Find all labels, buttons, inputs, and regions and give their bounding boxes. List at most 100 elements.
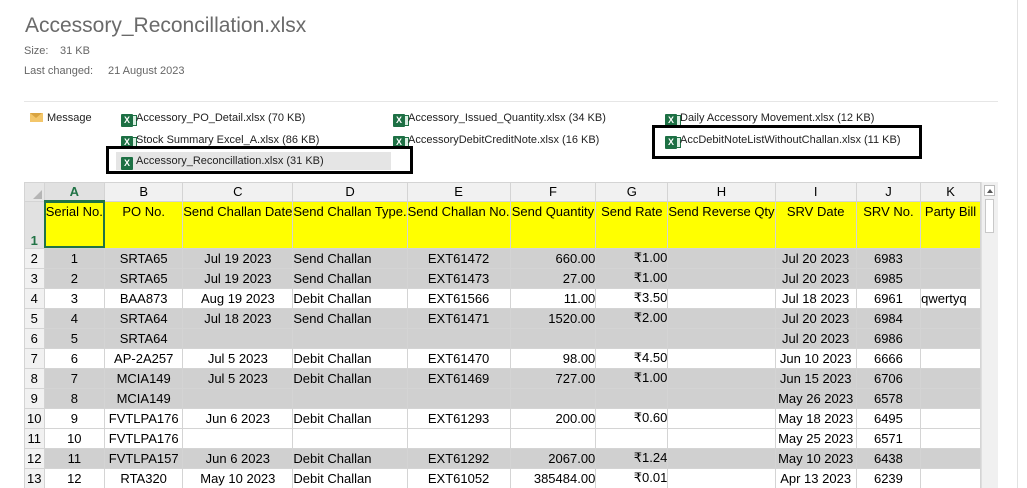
table-cell[interactable]: 6666 xyxy=(855,347,922,369)
table-cell[interactable]: qwertyq xyxy=(920,287,981,309)
table-cell[interactable]: RTA320 xyxy=(104,467,184,488)
table-cell[interactable]: 9 xyxy=(43,407,106,429)
row-header[interactable]: 8 xyxy=(24,367,45,389)
table-cell[interactable] xyxy=(667,447,776,469)
table-cell[interactable]: Jul 20 2023 xyxy=(774,267,857,289)
column-header[interactable]: D xyxy=(292,182,408,202)
table-cell[interactable]: Jul 20 2023 xyxy=(774,247,857,269)
table-cell[interactable]: EXT61293 xyxy=(406,407,511,429)
table-cell[interactable]: ₹3.50 xyxy=(595,287,669,309)
table-cell[interactable]: 27.00 xyxy=(509,267,597,289)
table-cell[interactable]: ₹1.00 xyxy=(595,247,669,269)
table-cell[interactable] xyxy=(920,427,981,449)
table-cell[interactable]: EXT61473 xyxy=(406,267,511,289)
table-cell[interactable]: Debit Challan xyxy=(292,347,408,369)
table-cell[interactable]: ₹0.60 xyxy=(595,407,669,429)
table-cell[interactable]: Debit Challan xyxy=(292,287,408,309)
row-header[interactable]: 10 xyxy=(24,407,45,429)
table-cell[interactable]: Jul 19 2023 xyxy=(182,267,294,289)
table-cell[interactable]: ₹2.00 xyxy=(595,307,669,329)
table-cell[interactable]: 98.00 xyxy=(509,347,597,369)
table-cell[interactable]: 1520.00 xyxy=(509,307,597,329)
table-cell[interactable] xyxy=(509,327,597,349)
table-cell[interactable]: 6 xyxy=(43,347,106,369)
row-header[interactable]: 12 xyxy=(24,447,45,469)
scrollbar-thumb[interactable] xyxy=(985,199,994,233)
table-cell[interactable]: FVTLPA176 xyxy=(104,427,184,449)
table-cell[interactable]: EXT61052 xyxy=(406,467,511,488)
table-cell[interactable]: Jul 18 2023 xyxy=(182,307,294,329)
table-cell[interactable] xyxy=(920,267,981,289)
header-cell[interactable]: Send Reverse Qty xyxy=(667,200,776,249)
table-cell[interactable] xyxy=(595,427,669,449)
header-cell[interactable]: Send Challan Date xyxy=(182,200,294,249)
header-cell[interactable]: Send Challan No. xyxy=(406,200,511,249)
table-cell[interactable]: 6706 xyxy=(855,367,922,389)
table-cell[interactable]: ₹4.50 xyxy=(595,347,669,369)
row-header[interactable]: 4 xyxy=(24,287,45,309)
table-cell[interactable]: 6495 xyxy=(855,407,922,429)
table-cell[interactable]: May 25 2023 xyxy=(774,427,857,449)
table-cell[interactable]: Jun 6 2023 xyxy=(182,407,294,429)
table-cell[interactable] xyxy=(920,247,981,269)
table-cell[interactable]: Debit Challan xyxy=(292,407,408,429)
table-cell[interactable]: EXT61566 xyxy=(406,287,511,309)
table-cell[interactable] xyxy=(920,307,981,329)
table-cell[interactable]: Jul 20 2023 xyxy=(774,327,857,349)
table-cell[interactable] xyxy=(667,307,776,329)
table-cell[interactable]: 2 xyxy=(43,267,106,289)
table-cell[interactable] xyxy=(920,347,981,369)
table-cell[interactable]: Jun 6 2023 xyxy=(182,447,294,469)
table-cell[interactable]: 10 xyxy=(43,427,106,449)
table-cell[interactable]: 6239 xyxy=(855,467,922,488)
table-cell[interactable] xyxy=(667,247,776,269)
column-header[interactable]: B xyxy=(104,182,184,202)
column-header[interactable]: I xyxy=(774,182,857,202)
table-cell[interactable]: ₹0.01 xyxy=(595,467,669,488)
attachment-item[interactable]: X Accessory_Issued_Quantity.xlsx (34 KB) xyxy=(393,109,606,127)
table-cell[interactable]: 727.00 xyxy=(509,367,597,389)
attachment-message[interactable]: Message xyxy=(30,109,92,127)
attachment-item[interactable]: X AccessoryDebitCreditNote.xlsx (16 KB) xyxy=(393,131,599,149)
row-header[interactable]: 5 xyxy=(24,307,45,329)
header-cell[interactable]: Send Challan Type. xyxy=(292,200,408,249)
row-header[interactable]: 13 xyxy=(24,467,45,488)
attachment-item[interactable]: X Accessory_PO_Detail.xlsx (70 KB) xyxy=(121,109,305,127)
table-cell[interactable]: May 10 2023 xyxy=(774,447,857,469)
table-cell[interactable] xyxy=(292,327,408,349)
table-cell[interactable]: 3 xyxy=(43,287,106,309)
table-cell[interactable]: MCIA149 xyxy=(104,387,184,409)
table-cell[interactable]: May 26 2023 xyxy=(774,387,857,409)
table-cell[interactable]: 200.00 xyxy=(509,407,597,429)
table-cell[interactable]: 11 xyxy=(43,447,106,469)
table-cell[interactable]: 1 xyxy=(43,247,106,269)
table-cell[interactable]: Jul 5 2023 xyxy=(182,347,294,369)
table-cell[interactable]: ₹1.00 xyxy=(595,267,669,289)
table-cell[interactable]: May 18 2023 xyxy=(774,407,857,429)
table-cell[interactable]: 6578 xyxy=(855,387,922,409)
table-cell[interactable] xyxy=(292,427,408,449)
table-cell[interactable]: SRTA64 xyxy=(104,327,184,349)
column-header[interactable]: G xyxy=(595,182,669,202)
table-cell[interactable]: SRTA65 xyxy=(104,247,184,269)
table-cell[interactable]: Jul 18 2023 xyxy=(774,287,857,309)
column-header[interactable]: E xyxy=(406,182,511,202)
row-header[interactable]: 7 xyxy=(24,347,45,369)
table-cell[interactable]: May 10 2023 xyxy=(182,467,294,488)
table-cell[interactable]: 8 xyxy=(43,387,106,409)
column-header[interactable]: A xyxy=(43,182,106,202)
table-cell[interactable] xyxy=(667,287,776,309)
table-cell[interactable] xyxy=(667,427,776,449)
table-cell[interactable]: FVTLPA176 xyxy=(104,407,184,429)
table-cell[interactable] xyxy=(595,387,669,409)
table-cell[interactable] xyxy=(406,327,511,349)
table-cell[interactable]: Send Challan xyxy=(292,307,408,329)
table-cell[interactable]: EXT61292 xyxy=(406,447,511,469)
table-cell[interactable] xyxy=(667,367,776,389)
table-cell[interactable] xyxy=(667,407,776,429)
table-cell[interactable]: Jun 10 2023 xyxy=(774,347,857,369)
table-cell[interactable] xyxy=(920,467,981,488)
table-cell[interactable]: 6986 xyxy=(855,327,922,349)
table-cell[interactable]: Jul 20 2023 xyxy=(774,307,857,329)
header-cell[interactable]: Send Quantity xyxy=(509,200,597,249)
